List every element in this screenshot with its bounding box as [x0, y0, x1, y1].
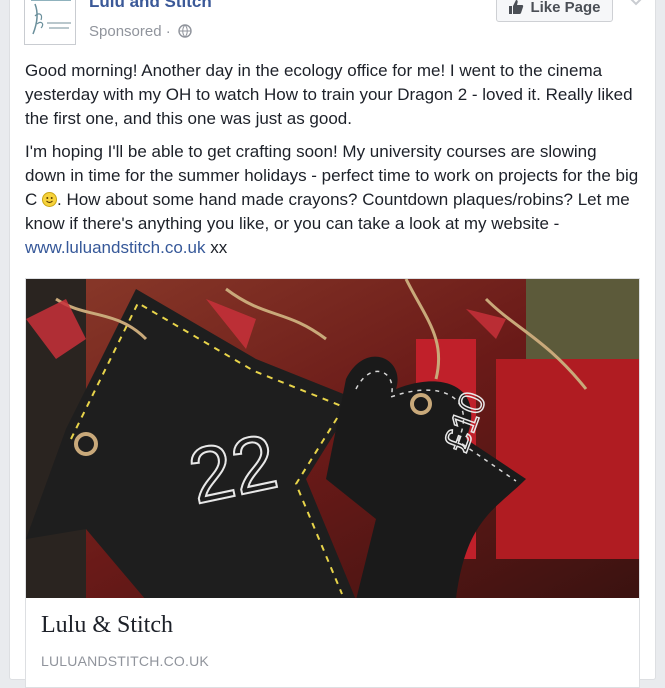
chalk-number-text: 22 — [181, 417, 284, 521]
post-photo[interactable]: 22 £10 — [25, 278, 640, 599]
link-preview-title[interactable]: Lulu & Stitch — [41, 612, 173, 639]
link-preview[interactable]: Lulu & Stitch LULUANDSTITCH.CO.UK — [25, 598, 640, 688]
avatar-logo-image — [25, 0, 75, 44]
post-message: Good morning! Another day in the ecology… — [25, 59, 640, 269]
post-paragraph-2-end: xx — [205, 238, 228, 257]
post-paragraph-1: Good morning! Another day in the ecology… — [25, 61, 633, 128]
thumbs-up-icon — [509, 0, 524, 14]
like-page-label: Like Page — [530, 0, 601, 16]
post-paragraph-2: I'm hoping I'll be able to get crafting … — [25, 140, 640, 260]
like-page-button[interactable]: Like Page — [496, 0, 613, 22]
post-paragraph-2-middle: . How about some hand made crayons? Coun… — [25, 190, 630, 233]
sponsored-post-card: Lulu and Stitch Sponsored · Like Page Go… — [9, 0, 656, 688]
website-link[interactable]: www.luluandstitch.co.uk — [25, 238, 205, 257]
chevron-down-icon[interactable] — [627, 0, 645, 7]
link-preview-domain: LULUANDSTITCH.CO.UK — [41, 653, 209, 669]
page-name-link[interactable]: Lulu and Stitch — [89, 0, 212, 12]
sponsored-text: Sponsored · — [89, 23, 171, 40]
smiley-emoji — [42, 192, 57, 207]
sponsored-label: Sponsored · — [89, 23, 192, 40]
post-header: Lulu and Stitch Sponsored · Like Page — [10, 0, 655, 61]
globe-icon — [178, 24, 192, 38]
chalkboard-decorations-image: 22 £10 — [26, 279, 639, 598]
page-avatar[interactable] — [24, 0, 76, 45]
